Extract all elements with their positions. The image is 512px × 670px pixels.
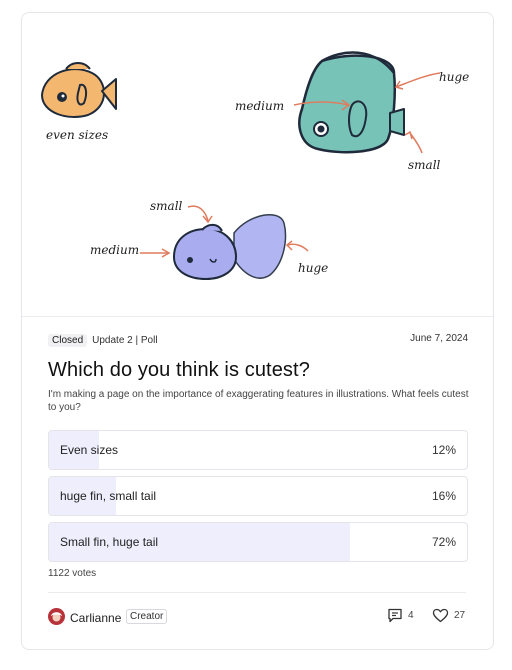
poll-option-huge-tail[interactable]: Small fin, huge tail 72% <box>48 522 468 562</box>
comment-count: 4 <box>408 610 414 621</box>
fish-drawing: even sizes huge medium small small mediu… <box>40 51 469 281</box>
label-huge-bottom: huge <box>298 261 328 275</box>
post-meta: Closed Update 2 | Poll June 7, 2024 <box>48 333 468 347</box>
heart-icon <box>432 608 449 623</box>
like-count: 27 <box>454 610 466 621</box>
status-badge: Closed <box>48 333 88 347</box>
post-title: Which do you think is cutest? <box>48 359 310 381</box>
author-name[interactable]: Carlianne <box>70 611 121 625</box>
poll-option-percent: 12% <box>431 443 456 457</box>
fish-illustration: even sizes huge medium small small mediu… <box>22 13 493 317</box>
label-medium-bottom: medium <box>90 243 139 257</box>
orange-fish <box>40 62 117 118</box>
label-even-sizes: even sizes <box>46 128 108 142</box>
poll-option-label: Small fin, huge tail <box>60 535 159 549</box>
poll-option-huge-fin[interactable]: huge fin, small tail 16% <box>48 476 468 516</box>
post-card: even sizes huge medium small small mediu… <box>21 12 494 650</box>
poll-option-even-sizes[interactable]: Even sizes 12% <box>48 430 468 470</box>
poll-option-percent: 16% <box>431 489 456 503</box>
poll-option-label: Even sizes <box>60 443 119 457</box>
update-info: Update 2 | Poll <box>92 334 158 346</box>
post-description: I'm making a page on the importance of e… <box>48 389 469 413</box>
creator-badge: Creator <box>126 609 168 624</box>
vote-count: 1122 votes <box>48 568 97 579</box>
post-footer: Carlianne Creator 4 27 <box>48 607 466 627</box>
avatar[interactable] <box>48 608 65 625</box>
post-date: June 7, 2024 <box>410 333 468 344</box>
divider <box>48 592 466 593</box>
comment-icon <box>388 608 402 623</box>
label-small-bottom: small <box>150 199 183 213</box>
label-small-top: small <box>408 158 441 172</box>
comments-button[interactable]: 4 <box>387 608 414 623</box>
lavender-fish <box>140 205 309 281</box>
like-button[interactable]: 27 <box>432 608 465 623</box>
label-medium-top: medium <box>235 99 284 113</box>
teal-fish <box>293 51 441 154</box>
poll-option-label: huge fin, small tail <box>60 489 157 503</box>
poll-option-percent: 72% <box>431 535 456 549</box>
label-huge-top: huge <box>439 70 469 84</box>
